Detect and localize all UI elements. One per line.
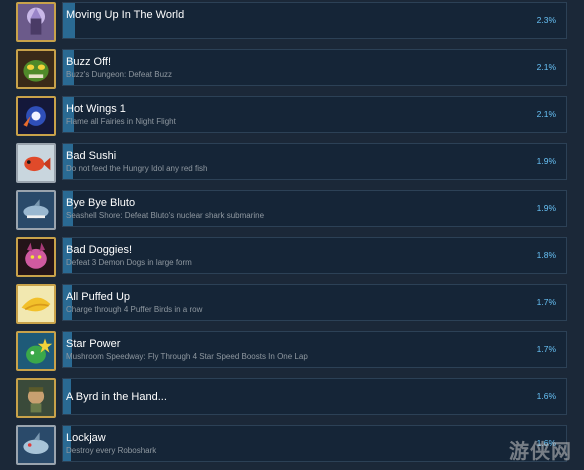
roboshark-icon (16, 425, 56, 465)
achievement-row[interactable]: Star Power Mushroom Speedway: Fly Throug… (0, 329, 584, 376)
achievement-percent: 2.3% (536, 15, 556, 25)
achievement-percent: 1.9% (536, 156, 556, 166)
achievement-progress-bar (62, 190, 567, 227)
achievement-row[interactable]: Buzz Off! Buzz's Dungeon: Defeat Buzz 2.… (0, 47, 584, 94)
star-dragon-icon (16, 331, 56, 371)
puffer-bird-icon (16, 284, 56, 324)
byrd-icon (16, 378, 56, 418)
demon-dog-icon (16, 237, 56, 277)
achievement-progress-bar (62, 425, 567, 462)
watermark-logo: 游侠网 (509, 441, 572, 463)
achievement-progress-bar (62, 331, 567, 368)
achievement-percent: 1.6% (536, 391, 556, 401)
achievement-row[interactable]: Bad Doggies! Defeat 3 Demon Dogs in larg… (0, 235, 584, 282)
achievement-progress-bar (62, 284, 567, 321)
achievement-title: Bad Doggies! (66, 244, 133, 256)
achievement-percent: 1.8% (536, 250, 556, 260)
buzz-icon (16, 49, 56, 89)
flame-wings-icon (16, 96, 56, 136)
achievement-percent: 2.1% (536, 109, 556, 119)
red-fish-icon (16, 143, 56, 183)
achievement-row[interactable]: All Puffed Up Charge through 4 Puffer Bi… (0, 282, 584, 329)
achievement-percent: 2.1% (536, 62, 556, 72)
achievement-description: Destroy every Roboshark (66, 446, 157, 455)
achievement-row[interactable]: Bad Sushi Do not feed the Hungry Idol an… (0, 141, 584, 188)
achievement-description: Flame all Fairies in Night Flight (66, 117, 176, 126)
achievement-title: Moving Up In The World (66, 9, 185, 21)
achievement-title: Buzz Off! (66, 56, 112, 68)
achievement-progress-bar (62, 143, 567, 180)
achievement-description: Buzz's Dungeon: Defeat Buzz (66, 70, 173, 79)
achievement-progress-bar (62, 237, 567, 274)
achievement-row[interactable]: A Byrd in the Hand... 1.6% (0, 376, 584, 423)
achievement-row[interactable]: Moving Up In The World 2.3% (0, 0, 584, 47)
achievement-description: Defeat 3 Demon Dogs in large form (66, 258, 192, 267)
castle-icon (16, 2, 56, 42)
achievement-title: Lockjaw (66, 432, 106, 444)
achievement-progress-bar (62, 96, 567, 133)
achievement-title: A Byrd in the Hand... (66, 391, 167, 403)
achievement-title: Bad Sushi (66, 150, 117, 162)
achievement-row[interactable]: Bye Bye Bluto Seashell Shore: Defeat Blu… (0, 188, 584, 235)
achievement-title: All Puffed Up (66, 291, 131, 303)
achievement-percent: 1.9% (536, 203, 556, 213)
achievement-progress-bar (62, 49, 567, 86)
achievement-description: Mushroom Speedway: Fly Through 4 Star Sp… (66, 352, 308, 361)
achievement-percent: 1.7% (536, 344, 556, 354)
achievement-row[interactable]: Lockjaw Destroy every Roboshark 1.6% (0, 423, 584, 470)
achievement-description: Do not feed the Hungry Idol any red fish (66, 164, 208, 173)
achievement-title: Star Power (66, 338, 121, 350)
shark-sub-icon (16, 190, 56, 230)
achievement-description: Charge through 4 Puffer Birds in a row (66, 305, 203, 314)
achievement-title: Hot Wings 1 (66, 103, 126, 115)
achievement-percent: 1.7% (536, 297, 556, 307)
achievement-description: Seashell Shore: Defeat Bluto's nuclear s… (66, 211, 265, 220)
achievement-title: Bye Bye Bluto (66, 197, 136, 209)
achievement-row[interactable]: Hot Wings 1 Flame all Fairies in Night F… (0, 94, 584, 141)
